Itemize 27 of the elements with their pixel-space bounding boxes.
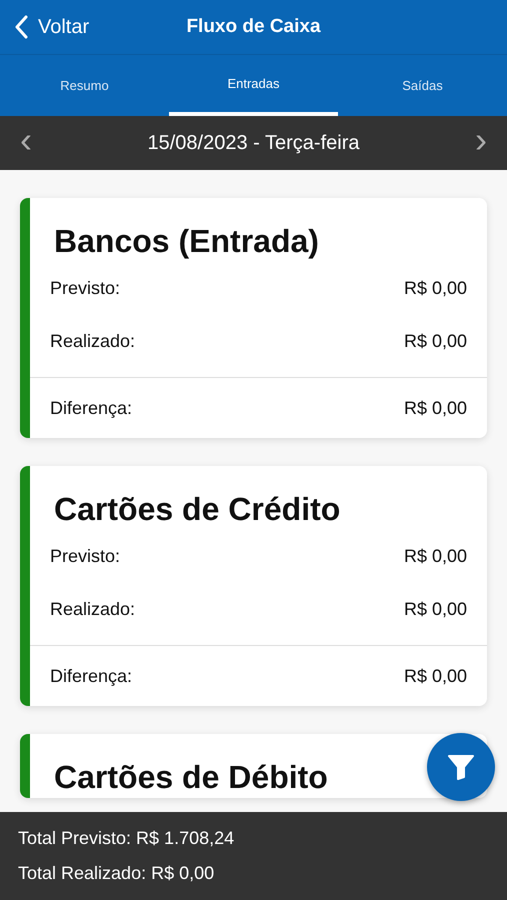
row-value: R$ 0,00 [404, 398, 467, 418]
tab[interactable]: Resumo [0, 55, 169, 116]
row-value: R$ 0,00 [404, 666, 467, 686]
filter-button[interactable] [427, 733, 495, 801]
total-text: Total Realizado: R$ 0,00 [18, 863, 216, 884]
row-value: R$ 0,00 [404, 331, 467, 352]
screen-title: Fluxo de Caixa [185, 16, 322, 38]
card-title: Cartões de Débito [54, 758, 328, 796]
row-label: Previsto: [50, 278, 120, 299]
row-label: Diferença: [50, 398, 132, 418]
back-button[interactable]: Voltar [8, 15, 96, 39]
date-label: 15/08/2023 - Terça-feira [148, 132, 360, 154]
row-label: Realizado: [50, 331, 136, 352]
row-value: R$ 0,00 [404, 599, 467, 620]
filter-icon [446, 752, 476, 782]
back-icon [14, 15, 28, 39]
tab[interactable]: Saídas [338, 55, 507, 116]
row-value: R$ 0,00 [404, 278, 467, 299]
row-label: Realizado: [50, 599, 136, 620]
row-label: Previsto: [50, 546, 120, 567]
previous-day-button[interactable]: ‹ [0, 122, 52, 164]
row-label: Diferença: [50, 666, 132, 686]
next-day-button[interactable]: › [454, 122, 507, 164]
card-title: Cartões de Crédito [54, 490, 340, 528]
total-text: Total Previsto: R$ 1.708,24 [18, 828, 236, 849]
card-title: Bancos (Entrada) [54, 222, 319, 260]
row-value: R$ 0,00 [404, 546, 467, 567]
